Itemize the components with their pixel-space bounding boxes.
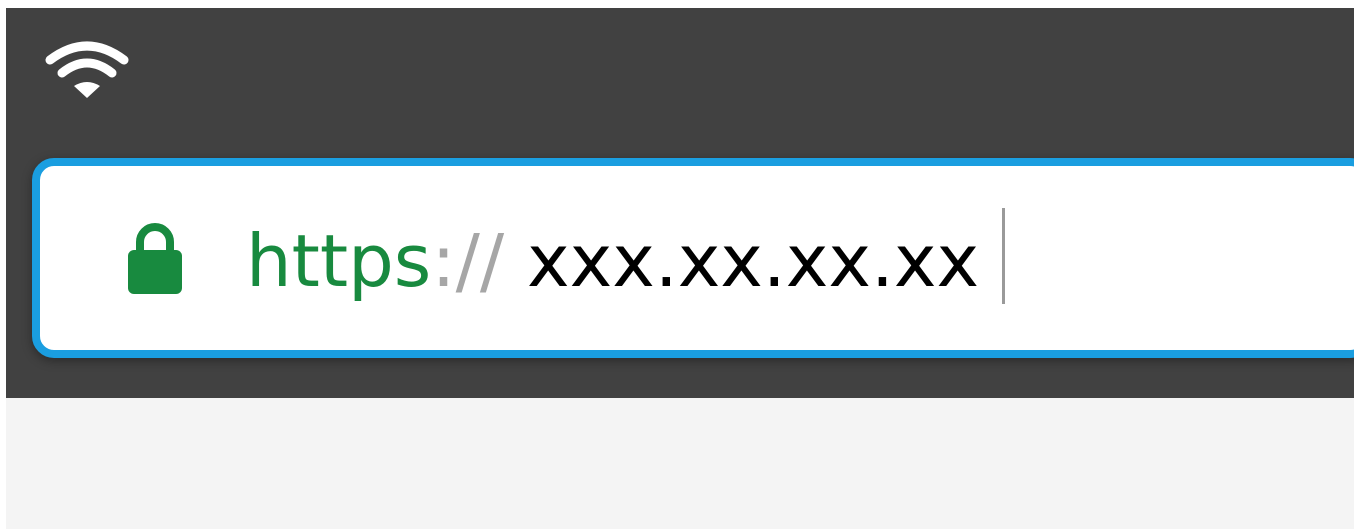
browser-screenshot: https:// xxx.xx.xx.xx	[6, 8, 1354, 529]
url-host: xxx.xx.xx.xx	[526, 219, 980, 303]
page-content-area	[6, 398, 1354, 529]
lock-icon	[126, 220, 184, 296]
browser-toolbar: https:// xxx.xx.xx.xx	[6, 8, 1354, 398]
url-scheme: https	[246, 219, 432, 303]
url-text[interactable]: https:// xxx.xx.xx.xx	[246, 206, 979, 316]
address-bar[interactable]: https:// xxx.xx.xx.xx	[32, 158, 1354, 358]
text-caret	[1002, 208, 1005, 304]
url-separator: ://	[431, 219, 505, 303]
wifi-icon	[44, 38, 130, 102]
